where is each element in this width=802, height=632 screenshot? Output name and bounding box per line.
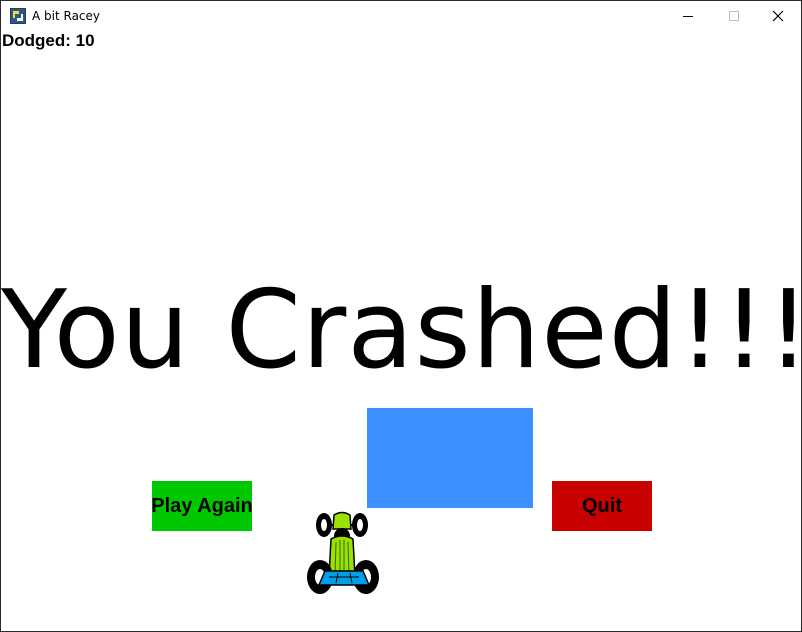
python-app-icon	[10, 8, 26, 24]
minimize-icon	[683, 16, 693, 17]
obstacle-block	[367, 408, 533, 508]
score-counter: Dodged: 10	[2, 31, 95, 50]
maximize-icon	[729, 11, 739, 21]
game-canvas: Dodged: 10 You Crashed!!! Play Again Qui…	[1, 31, 801, 631]
window-title: A bit Racey	[32, 9, 101, 23]
play-again-button[interactable]: Play Again	[151, 481, 253, 531]
crash-message: You Crashed!!!	[1, 268, 802, 393]
quit-button[interactable]: Quit	[552, 481, 652, 531]
close-icon	[772, 10, 784, 22]
title-bar[interactable]: A bit Racey	[1, 1, 801, 31]
close-button[interactable]	[755, 1, 801, 31]
game-window: A bit Racey Dodged: 10 You Crashed!!! Pl…	[0, 0, 802, 632]
player-car	[307, 511, 379, 594]
maximize-button[interactable]	[711, 1, 757, 31]
minimize-button[interactable]	[665, 1, 711, 31]
